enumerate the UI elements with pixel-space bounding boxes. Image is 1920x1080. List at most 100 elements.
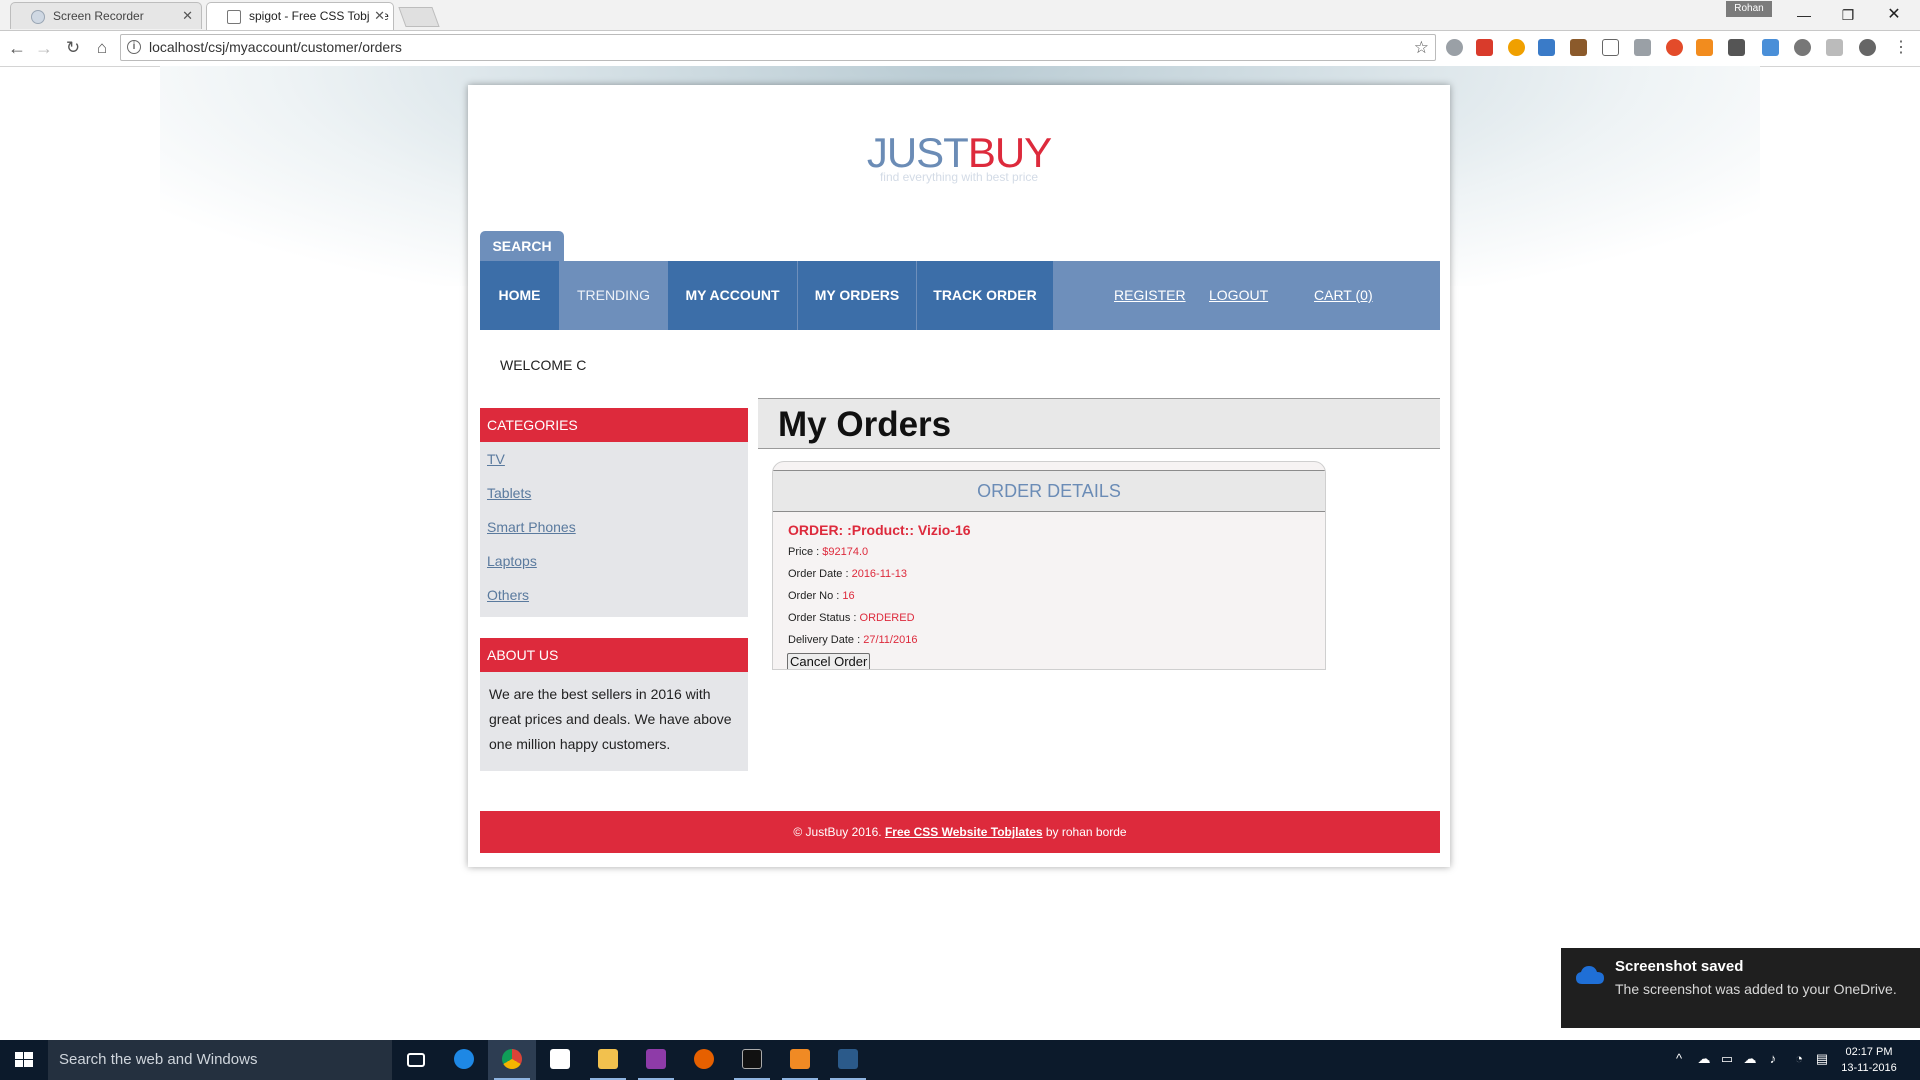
site-container: JUSTBUY find everything with best price …	[468, 85, 1450, 867]
clock-time: 02:17 PM	[1845, 1046, 1893, 1058]
extension-icon[interactable]	[1794, 39, 1811, 56]
store-icon[interactable]	[536, 1040, 584, 1080]
onedrive-tray-icon[interactable]: ☁	[1697, 1052, 1711, 1066]
chrome-icon[interactable]	[488, 1040, 536, 1080]
category-link-tablets[interactable]: Tablets	[487, 485, 531, 501]
extension-icon[interactable]	[1666, 39, 1683, 56]
download-icon[interactable]	[1762, 39, 1779, 56]
bookmark-star-icon[interactable]: ☆	[1414, 35, 1429, 60]
notification-center-icon[interactable]: ▤	[1815, 1052, 1829, 1066]
orders-header: My Orders	[758, 398, 1440, 449]
logo-just: JUST	[866, 129, 969, 176]
file-explorer-icon[interactable]	[584, 1040, 632, 1080]
order-status: Order Status : ORDERED	[788, 612, 915, 624]
network-tray-icon[interactable]: ☁	[1743, 1052, 1757, 1066]
order-delivery-date: Delivery Date : 27/11/2016	[788, 634, 917, 646]
edge-icon[interactable]	[440, 1040, 488, 1080]
category-link-smart-phones[interactable]: Smart Phones	[487, 519, 576, 535]
tab-screen-recorder[interactable]: Screen Recorder ✕	[10, 2, 202, 29]
chevron-up-icon[interactable]: ^	[1672, 1052, 1686, 1066]
camera-icon[interactable]	[1634, 39, 1651, 56]
date-label: Order Date :	[788, 568, 852, 580]
adblock-extension-icon[interactable]	[1446, 39, 1463, 56]
page-icon	[227, 10, 241, 24]
menu-trending[interactable]: TRENDING	[559, 261, 668, 330]
reload-icon[interactable]: ↻	[60, 35, 86, 61]
firefox-icon[interactable]	[680, 1040, 728, 1080]
tab-spigot[interactable]: spigot - Free CSS Tobjlate ✕	[206, 2, 394, 30]
page-title: My Orders	[778, 405, 952, 444]
taskbar-clock[interactable]: 02:17 PM 13-11-2016	[1841, 1044, 1897, 1076]
order-no-value: 16	[842, 590, 855, 602]
menu-home[interactable]: HOME	[480, 261, 559, 330]
close-icon[interactable]: ✕	[370, 3, 385, 29]
order-number: Order No : 16	[788, 590, 855, 602]
category-link-others[interactable]: Others	[487, 587, 529, 603]
cancel-order-button[interactable]: Cancel Order	[787, 653, 871, 669]
red-extension-icon[interactable]	[1476, 39, 1493, 56]
tab-label: Screen Recorder	[53, 9, 144, 23]
category-link-laptops[interactable]: Laptops	[487, 553, 537, 569]
date-value: 2016-11-13	[851, 568, 908, 580]
site-footer: © JustBuy 2016. Free CSS Website Tobjlat…	[480, 811, 1440, 853]
search-tab[interactable]: SEARCH	[480, 231, 564, 261]
about-heading: ABOUT US	[480, 638, 748, 672]
sublime-icon[interactable]	[776, 1040, 824, 1080]
menu-track-order[interactable]: TRACK ORDER	[917, 261, 1053, 330]
start-icon[interactable]	[0, 1040, 48, 1080]
clock-date: 13-11-2016	[1841, 1062, 1897, 1074]
price-label: Price :	[788, 546, 823, 558]
forward-icon[interactable]: →	[31, 35, 57, 61]
categories-heading: CATEGORIES	[480, 408, 748, 442]
footer-link[interactable]: Free CSS Website Tobjlates	[885, 825, 1043, 839]
close-icon[interactable]: ✕	[182, 3, 193, 29]
menu-icon[interactable]: ⋮	[1888, 35, 1914, 61]
bo-extension-icon[interactable]	[1570, 39, 1587, 56]
device-tray-icon[interactable]: ▭	[1720, 1052, 1734, 1066]
workbench-icon[interactable]	[824, 1040, 872, 1080]
categories-list: TV Tablets Smart Phones Laptops Others	[480, 442, 748, 617]
about-box: We are the best sellers in 2016 with gre…	[480, 672, 748, 771]
extension-icon[interactable]	[1728, 39, 1745, 56]
blue-extension-icon[interactable]	[1538, 39, 1555, 56]
about-text: We are the best sellers in 2016 with gre…	[489, 686, 732, 752]
notification-body: The screenshot was added to your OneDriv…	[1615, 981, 1897, 997]
info-icon[interactable]: i	[127, 40, 141, 54]
help-icon[interactable]	[1859, 39, 1876, 56]
extension-icon[interactable]	[1826, 39, 1843, 56]
wifi-icon[interactable]: ◔	[1792, 1052, 1806, 1066]
menu-my-account[interactable]: MY ACCOUNT	[668, 261, 797, 330]
address-bar[interactable]: i localhost/csj/myaccount/customer/order…	[120, 34, 1436, 61]
order-date: Order Date : 2016-11-13	[788, 568, 907, 580]
browser-toolbar: ← → ↻ ⌂ i localhost/csj/myaccount/custom…	[0, 31, 1920, 67]
new-tab-button[interactable]	[398, 7, 440, 27]
cart-link[interactable]: CART (0)	[1314, 261, 1373, 330]
restore-icon[interactable]: ❐	[1826, 3, 1870, 27]
url-text[interactable]: localhost/csj/myaccount/customer/orders	[149, 35, 402, 60]
close-window-icon[interactable]: ✕	[1872, 3, 1916, 27]
minimize-icon[interactable]: —	[1782, 3, 1826, 27]
browser-tab-strip: Screen Recorder ✕ spigot - Free CSS Tobj…	[0, 0, 1920, 31]
user-badge[interactable]: Rohan	[1726, 1, 1772, 17]
onedrive-notification[interactable]: Screenshot saved The screenshot was adde…	[1561, 948, 1920, 1028]
order-details-heading: ORDER DETAILS	[773, 470, 1325, 512]
menu-my-orders[interactable]: MY ORDERS	[798, 261, 916, 330]
taskbar-search-box[interactable]: Search the web and Windows	[48, 1040, 392, 1080]
task-view-icon[interactable]	[392, 1040, 440, 1080]
category-link-tv[interactable]: TV	[487, 451, 505, 467]
terminal-icon[interactable]	[728, 1040, 776, 1080]
site-tagline: find everything with best price	[879, 170, 1039, 184]
logout-link[interactable]: LOGOUT	[1209, 261, 1268, 330]
main-menu: HOME TRENDING MY ACCOUNT MY ORDERS TRACK…	[480, 261, 1440, 330]
orange-extension-icon[interactable]	[1508, 39, 1525, 56]
logo-buy: BUY	[967, 129, 1052, 176]
onenote-icon[interactable]	[632, 1040, 680, 1080]
price-value: $92174.0	[822, 546, 869, 558]
cast-icon[interactable]	[1602, 39, 1619, 56]
site-logo[interactable]: JUSTBUY	[468, 131, 1450, 175]
home-icon[interactable]: ⌂	[89, 35, 115, 61]
extension-icon[interactable]	[1696, 39, 1713, 56]
back-icon[interactable]: ←	[4, 35, 30, 61]
volume-icon[interactable]: ♪	[1766, 1052, 1780, 1066]
register-link[interactable]: REGISTER	[1114, 261, 1186, 330]
